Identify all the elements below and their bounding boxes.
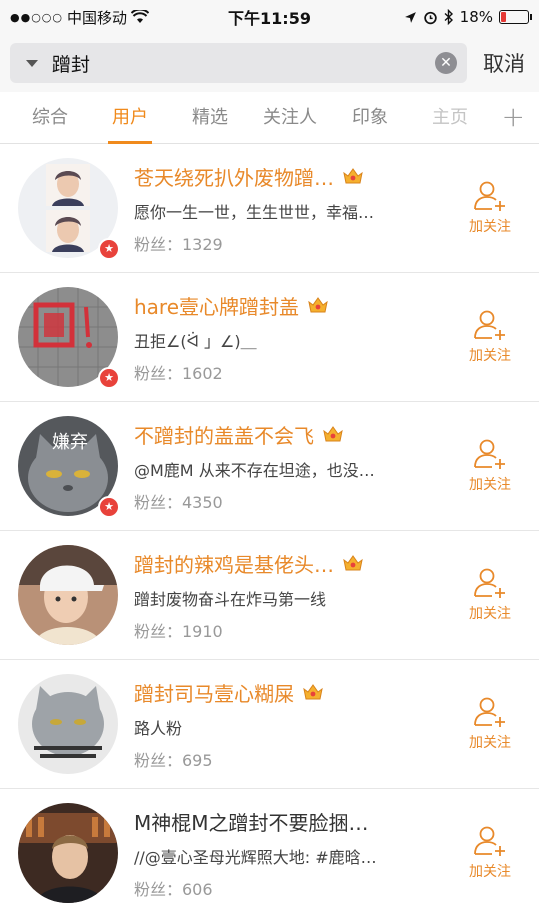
location-arrow-icon bbox=[404, 11, 416, 23]
user-info[interactable]: M神棍M之蹭封不要脸捆… //@壹心圣母光辉照大地: #鹿晗… 粉丝：606 bbox=[134, 807, 445, 900]
user-info[interactable]: 蹭封的辣鸡是基佬头… 蹭封废物奋斗在炸马第一线 粉丝：1910 bbox=[134, 549, 445, 642]
follow-label: 加关注 bbox=[469, 864, 511, 880]
vip-crown-icon bbox=[343, 555, 363, 571]
user-row[interactable]: 蹭封的辣鸡是基佬头… 蹭封废物奋斗在炸马第一线 粉丝：1910 加关注 bbox=[0, 531, 539, 660]
verified-badge-icon: ★ bbox=[98, 238, 120, 260]
vip-crown-icon bbox=[323, 426, 343, 442]
search-row: 蹭封 ✕ 取消 bbox=[0, 34, 539, 92]
user-list: ★ 苍天绕死扒外废物蹭… 愿你一生一世，生生世世，幸福… 粉丝：1329 加关注… bbox=[0, 144, 539, 907]
user-row[interactable]: ★ 苍天绕死扒外废物蹭… 愿你一生一世，生生世世，幸福… 粉丝：1329 加关注 bbox=[0, 144, 539, 273]
battery-fill bbox=[501, 12, 506, 22]
follow-label: 加关注 bbox=[469, 348, 511, 364]
user-description: 愿你一生一世，生生世世，幸福… bbox=[134, 202, 375, 222]
user-info[interactable]: 不蹭封的盖盖不会飞 @M鹿M 从来不存在坦途，也没… 粉丝：4350 bbox=[134, 420, 445, 513]
alarm-icon bbox=[423, 11, 437, 24]
verified-badge-icon: ★ bbox=[98, 367, 120, 389]
add-user-icon bbox=[474, 181, 505, 211]
svg-text:嫌弃: 嫌弃 bbox=[52, 432, 88, 453]
fans-count: 粉丝：4350 bbox=[134, 492, 223, 512]
add-user-icon bbox=[474, 310, 505, 340]
status-bar: ●●○○○ 中国移动 下午11:59 18% bbox=[0, 0, 539, 34]
follow-button[interactable]: 加关注 bbox=[445, 567, 535, 623]
vip-crown-icon bbox=[308, 297, 328, 313]
user-name[interactable]: hare壹心牌蹭封盖 bbox=[134, 291, 299, 320]
add-user-icon bbox=[474, 697, 505, 727]
follow-button[interactable]: 加关注 bbox=[445, 180, 535, 236]
follow-label: 加关注 bbox=[469, 735, 511, 751]
user-info[interactable]: hare壹心牌蹭封盖 丑拒∠(ᐛ 」∠)＿ 粉丝：1602 bbox=[134, 291, 445, 384]
fans-count: 粉丝：1602 bbox=[134, 363, 223, 383]
fans-count: 粉丝：606 bbox=[134, 879, 213, 899]
battery-icon bbox=[499, 10, 532, 24]
add-user-icon bbox=[474, 568, 505, 598]
user-name[interactable]: 蹭封的辣鸡是基佬头… bbox=[134, 549, 334, 578]
tab-users[interactable]: 用户 bbox=[90, 92, 170, 144]
man-in-bar-avatar[interactable] bbox=[18, 803, 118, 903]
user-description: 路人粉 bbox=[134, 718, 183, 738]
fans-count: 粉丝：695 bbox=[134, 750, 213, 770]
add-user-icon bbox=[474, 439, 505, 469]
name-line: M神棍M之蹭封不要脸捆… bbox=[134, 807, 445, 836]
avatar-container[interactable] bbox=[18, 545, 118, 645]
vip-crown-icon bbox=[343, 168, 363, 184]
follow-label: 加关注 bbox=[469, 219, 511, 235]
tab-featured[interactable]: 精选 bbox=[170, 92, 250, 144]
follow-label: 加关注 bbox=[469, 606, 511, 622]
follow-label: 加关注 bbox=[469, 477, 511, 493]
avatar-container[interactable]: ★ bbox=[18, 158, 120, 260]
avatar-container[interactable] bbox=[18, 803, 118, 903]
clear-search-icon[interactable]: ✕ bbox=[435, 52, 457, 74]
name-line: 苍天绕死扒外废物蹭… bbox=[134, 162, 445, 191]
follow-button[interactable]: 加关注 bbox=[445, 438, 535, 494]
signal-icon: ●●○○○ bbox=[10, 10, 63, 24]
user-info[interactable]: 苍天绕死扒外废物蹭… 愿你一生一世，生生世世，幸福… 粉丝：1329 bbox=[134, 162, 445, 255]
user-name[interactable]: 苍天绕死扒外废物蹭… bbox=[134, 162, 334, 191]
name-line: hare壹心牌蹭封盖 bbox=[134, 291, 445, 320]
user-name[interactable]: 不蹭封的盖盖不会飞 bbox=[134, 420, 314, 449]
bluetooth-icon bbox=[444, 9, 453, 25]
battery-percent: 18% bbox=[459, 8, 493, 26]
name-line: 蹭封司马壹心糊屎 bbox=[134, 678, 445, 707]
user-description: 蹭封废物奋斗在炸马第一线 bbox=[134, 589, 327, 609]
boy-in-cap-avatar[interactable] bbox=[18, 545, 118, 645]
fans-count: 粉丝：1910 bbox=[134, 621, 223, 641]
user-row[interactable]: ★ hare壹心牌蹭封盖 丑拒∠(ᐛ 」∠)＿ 粉丝：1602 加关注 bbox=[0, 273, 539, 402]
user-name[interactable]: 蹭封司马壹心糊屎 bbox=[134, 678, 294, 707]
search-type-dropdown-icon[interactable] bbox=[26, 59, 38, 67]
fans-count: 粉丝：1329 bbox=[134, 234, 223, 254]
user-row[interactable]: 嫌弃 ★ 不蹭封的盖盖不会飞 @M鹿M 从来不存在坦途，也没… 粉丝：4350 … bbox=[0, 402, 539, 531]
wifi-icon bbox=[131, 10, 150, 23]
tab-impressions[interactable]: 印象 bbox=[330, 92, 410, 144]
search-input[interactable]: 蹭封 ✕ bbox=[10, 43, 467, 83]
user-row[interactable]: M神棍M之蹭封不要脸捆… //@壹心圣母光辉照大地: #鹿晗… 粉丝：606 加… bbox=[0, 789, 539, 907]
name-line: 不蹭封的盖盖不会飞 bbox=[134, 420, 445, 449]
avatar-container[interactable]: 嫌弃 ★ bbox=[18, 416, 120, 518]
tab-following[interactable]: 关注人 bbox=[250, 92, 330, 144]
follow-button[interactable]: 加关注 bbox=[445, 825, 535, 881]
follow-button[interactable]: 加关注 bbox=[445, 696, 535, 752]
status-right: 18% bbox=[404, 8, 532, 26]
search-tabs: 综合 用户 精选 关注人 印象 主页 + bbox=[0, 92, 539, 144]
cancel-button[interactable]: 取消 bbox=[479, 48, 529, 78]
add-user-icon bbox=[474, 826, 505, 856]
tab-homepage[interactable]: 主页 bbox=[410, 92, 490, 144]
status-left: ●●○○○ 中国移动 bbox=[10, 7, 150, 28]
add-tab-icon[interactable]: + bbox=[502, 100, 525, 133]
search-query[interactable]: 蹭封 bbox=[52, 50, 435, 77]
user-description: @M鹿M 从来不存在坦途，也没… bbox=[134, 460, 375, 480]
tab-comprehensive[interactable]: 综合 bbox=[10, 92, 90, 144]
verified-badge-icon: ★ bbox=[98, 496, 120, 518]
name-line: 蹭封的辣鸡是基佬头… bbox=[134, 549, 445, 578]
follow-button[interactable]: 加关注 bbox=[445, 309, 535, 365]
user-info[interactable]: 蹭封司马壹心糊屎 路人粉 粉丝：695 bbox=[134, 678, 445, 771]
vip-crown-icon bbox=[303, 684, 323, 700]
avatar-container[interactable] bbox=[18, 674, 118, 774]
user-row[interactable]: 蹭封司马壹心糊屎 路人粉 粉丝：695 加关注 bbox=[0, 660, 539, 789]
user-description: 丑拒∠(ᐛ 」∠)＿ bbox=[134, 331, 257, 351]
user-description: //@壹心圣母光辉照大地: #鹿晗… bbox=[134, 847, 377, 867]
user-name[interactable]: M神棍M之蹭封不要脸捆… bbox=[134, 807, 369, 836]
carrier-label: 中国移动 bbox=[67, 8, 128, 27]
avatar-container[interactable]: ★ bbox=[18, 287, 120, 389]
grey-cat-meme-avatar[interactable] bbox=[18, 674, 118, 774]
